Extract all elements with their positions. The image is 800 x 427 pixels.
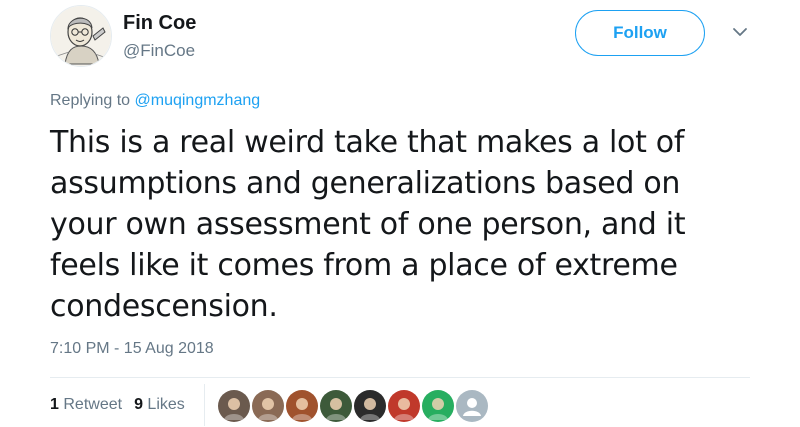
user-photo-icon	[326, 398, 346, 420]
author-handle[interactable]: @FinCoe	[123, 41, 195, 61]
retweet-label: Retweet	[63, 396, 123, 413]
liker-avatar-8[interactable]	[456, 390, 488, 422]
user-photo-icon	[360, 398, 380, 420]
liker-avatar-3[interactable]	[286, 390, 318, 422]
like-count: 9	[134, 396, 143, 413]
chevron-down-icon[interactable]	[731, 23, 749, 41]
follow-button[interactable]: Follow	[575, 10, 705, 56]
tweet-header: Fin Coe @FinCoe Follow	[50, 5, 750, 69]
user-photo-icon	[428, 398, 448, 420]
like-label: Likes	[147, 396, 185, 413]
stats-separator	[204, 384, 205, 426]
author-name[interactable]: Fin Coe	[123, 12, 196, 35]
liker-avatar-1[interactable]	[218, 390, 250, 422]
tweet-text: This is a real weird take that makes a l…	[50, 125, 686, 324]
user-photo-icon	[394, 398, 414, 420]
replying-to-prefix: Replying to	[50, 92, 131, 109]
liker-avatar-5[interactable]	[354, 390, 386, 422]
sketched-portrait-avatar-icon	[51, 6, 111, 66]
author-avatar[interactable]	[50, 5, 112, 67]
divider	[50, 377, 750, 378]
tweet-stats: 1 Retweet 9 Likes	[50, 396, 197, 414]
like-stat[interactable]: 9 Likes	[134, 396, 185, 414]
retweet-count: 1	[50, 396, 59, 413]
retweet-stat[interactable]: 1 Retweet	[50, 396, 122, 414]
replying-to-link[interactable]: @muqingmzhang	[135, 92, 261, 109]
user-photo-icon	[224, 398, 244, 420]
user-photo-icon	[258, 398, 278, 420]
replying-to: Replying to @muqingmzhang	[50, 92, 260, 110]
tweet-timestamp[interactable]: 7:10 PM - 15 Aug 2018	[50, 340, 214, 358]
likers-list	[218, 390, 490, 422]
liker-avatar-7[interactable]	[422, 390, 454, 422]
liker-avatar-4[interactable]	[320, 390, 352, 422]
default-user-icon	[463, 398, 481, 416]
liker-avatar-6[interactable]	[388, 390, 420, 422]
liker-avatar-2[interactable]	[252, 390, 284, 422]
user-photo-icon	[292, 398, 312, 420]
